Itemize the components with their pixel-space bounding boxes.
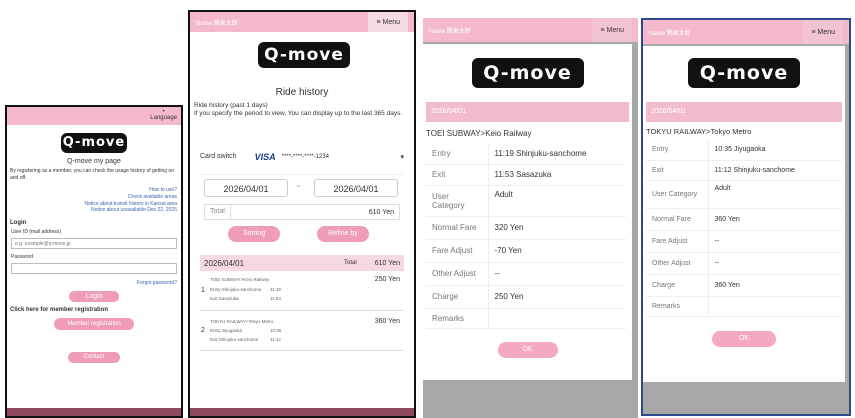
total-value: 610 Yen bbox=[368, 208, 394, 216]
menu-button[interactable]: ≡ Menu bbox=[592, 18, 632, 42]
link-kansai-notice[interactable]: Notice about transit history in Kansai a… bbox=[11, 201, 177, 208]
password-input[interactable] bbox=[11, 263, 177, 274]
qmove-logo: Q-move bbox=[471, 58, 584, 88]
header-bar: Name 関東太郎 ≡ Menu bbox=[643, 20, 849, 44]
ride-item[interactable]: TOKYU RAILWAY>Tokyo Metro 2 Entry:Jiyuga… bbox=[200, 311, 404, 351]
history-total-label: Total bbox=[344, 260, 357, 266]
card-switch-label: Card switch bbox=[200, 153, 237, 160]
total-label: Total bbox=[205, 205, 231, 219]
phone-ride-detail-2: Name 関東太郎 ≡ Menu Q-move 2026/04/01 TOKYU… bbox=[641, 18, 851, 416]
ok-button[interactable]: OK bbox=[712, 330, 776, 347]
member-registration-button[interactable]: Member registration bbox=[54, 318, 134, 330]
phone-my-page: • Language Q-move Q-move my page By regi… bbox=[5, 105, 183, 418]
history-total: 610 Yen bbox=[374, 259, 400, 267]
login-button[interactable]: Login bbox=[69, 291, 119, 302]
footer-bar bbox=[7, 408, 181, 416]
page-title: Q-move my page bbox=[67, 158, 121, 165]
userid-input[interactable] bbox=[11, 238, 177, 249]
page-title: Ride history bbox=[275, 87, 329, 98]
visa-logo: VISA bbox=[254, 151, 276, 162]
language-button[interactable]: • Language bbox=[150, 109, 177, 121]
detail-modal: Q-move 2026/04/01 TOEI SUBWAY>Keio Railw… bbox=[423, 44, 632, 380]
detail-table: Entry 10:35 Jiyugaoka Exit 11:12 Shinjuku-… bbox=[646, 140, 842, 317]
userid-label: User ID (mail address) bbox=[11, 229, 62, 235]
card-number: ****-****-****-1234 bbox=[281, 153, 329, 160]
contact-button[interactable]: Contact bbox=[68, 352, 120, 363]
history-description: Ride history (past 1 days) If you specif… bbox=[194, 102, 403, 118]
menu-button[interactable]: ≡ Menu bbox=[368, 12, 408, 32]
detail-date-bar: 2026/04/01 bbox=[426, 102, 629, 122]
link-list: How to use? Check available areas Notice… bbox=[7, 181, 181, 214]
intro-text: By registering as a member, you can chec… bbox=[10, 168, 174, 181]
sorting-button[interactable]: Sorting bbox=[228, 226, 280, 242]
password-label: Password bbox=[11, 254, 33, 260]
user-name: Name 関東太郎 bbox=[649, 30, 691, 37]
route-name: TOKYU RAILWAY>Tokyo Metro bbox=[646, 127, 752, 136]
qmove-logo: Q-move bbox=[258, 42, 350, 68]
register-heading: Click here for member registration bbox=[10, 307, 109, 313]
phone-ride-detail-1: Name 関東太郎 ≡ Menu Q-move 2026/04/01 TOEI … bbox=[423, 18, 638, 418]
detail-date-bar: 2026/04/01 bbox=[646, 102, 842, 122]
user-name: Name 関東太郎 bbox=[196, 20, 238, 27]
total-row: Total 610 Yen bbox=[204, 204, 400, 220]
date-separator: ~ bbox=[296, 182, 301, 191]
detail-table: Entry 11:19 Shinjuku-sanchome Exit 11:53 S… bbox=[426, 143, 626, 329]
chevron-down-icon: ▾ bbox=[400, 153, 404, 161]
user-name: Name 関東太郎 bbox=[429, 28, 471, 35]
date-to-input[interactable]: 2026/04/01 bbox=[314, 179, 398, 197]
link-unavailable-notice[interactable]: Notice about unavailable Dec 22, 2025 bbox=[11, 207, 177, 214]
phone-ride-history: Name 関東太郎 ≡ Menu Q-move Ride history Rid… bbox=[188, 10, 416, 418]
login-heading: Login bbox=[10, 220, 27, 226]
route-name: TOEI SUBWAY>Keio Railway bbox=[426, 129, 532, 138]
ride-item[interactable]: TOEI SUBWAY>Keio Railway 1 Entry:Shinjuk… bbox=[200, 273, 404, 311]
card-switch-select[interactable]: Card switch VISA ****-****-****-1234 ▾ bbox=[200, 139, 404, 175]
footer-bar bbox=[190, 408, 414, 416]
detail-modal: Q-move 2026/04/01 TOKYU RAILWAY>Tokyo Me… bbox=[643, 46, 845, 382]
forgot-password-link[interactable]: Forgot password? bbox=[7, 274, 181, 286]
top-bar: • Language bbox=[7, 107, 181, 125]
link-available-areas[interactable]: Check available areas bbox=[11, 194, 177, 201]
qmove-logo: Q-move bbox=[688, 58, 800, 88]
history-list-header: 2026/04/01 Total 610 Yen bbox=[200, 255, 404, 271]
history-date: 2026/04/01 bbox=[204, 258, 245, 268]
menu-button[interactable]: ≡ Menu bbox=[803, 20, 843, 44]
header-bar: Name 関東太郎 ≡ Menu bbox=[423, 18, 638, 42]
link-how-to-use[interactable]: How to use? bbox=[11, 187, 177, 194]
ok-button[interactable]: OK bbox=[497, 341, 558, 358]
qmove-logo: Q-move bbox=[61, 133, 127, 153]
refine-button[interactable]: Refine by bbox=[317, 226, 369, 242]
date-from-input[interactable]: 2026/04/01 bbox=[204, 179, 288, 197]
header-bar: Name 関東太郎 ≡ Menu bbox=[190, 12, 414, 32]
ride-list: TOEI SUBWAY>Keio Railway 1 Entry:Shinjuk… bbox=[200, 273, 404, 351]
